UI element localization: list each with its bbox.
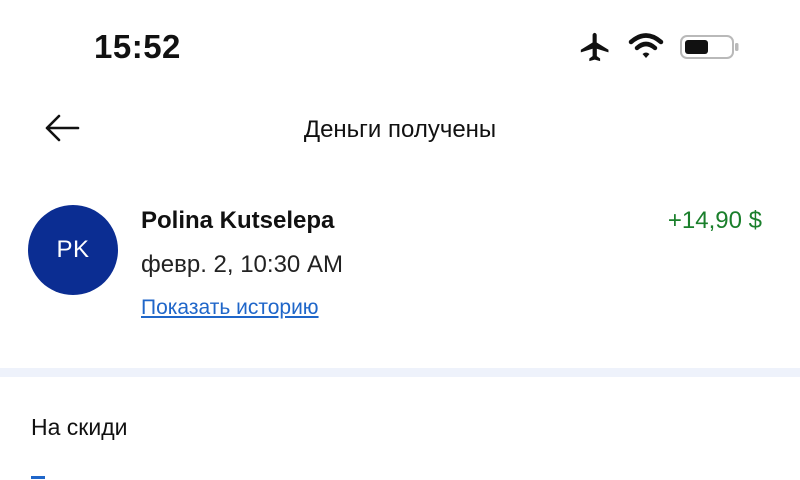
avatar: PK [28,205,118,295]
status-time: 15:52 [94,28,181,65]
section-divider [0,368,800,377]
partially-visible-link[interactable] [31,473,45,480]
transaction-amount: +14,90 $ [667,207,762,234]
airplane-icon [578,30,612,64]
payment-note: На скиди [31,414,128,440]
wifi-icon [628,32,664,62]
avatar-initials: PK [56,236,90,263]
status-icons [578,30,740,64]
payment-received-screen: 15:52 Деньги получены PK Polina Kutselep… [0,0,800,480]
sender-name: Polina Kutselepa [141,207,335,234]
transaction-timestamp: февр. 2, 10:30 AM [141,251,343,278]
show-history-link[interactable]: Показать историю [141,293,319,323]
page-title: Деньги получены [303,116,497,143]
battery-icon [680,33,740,61]
